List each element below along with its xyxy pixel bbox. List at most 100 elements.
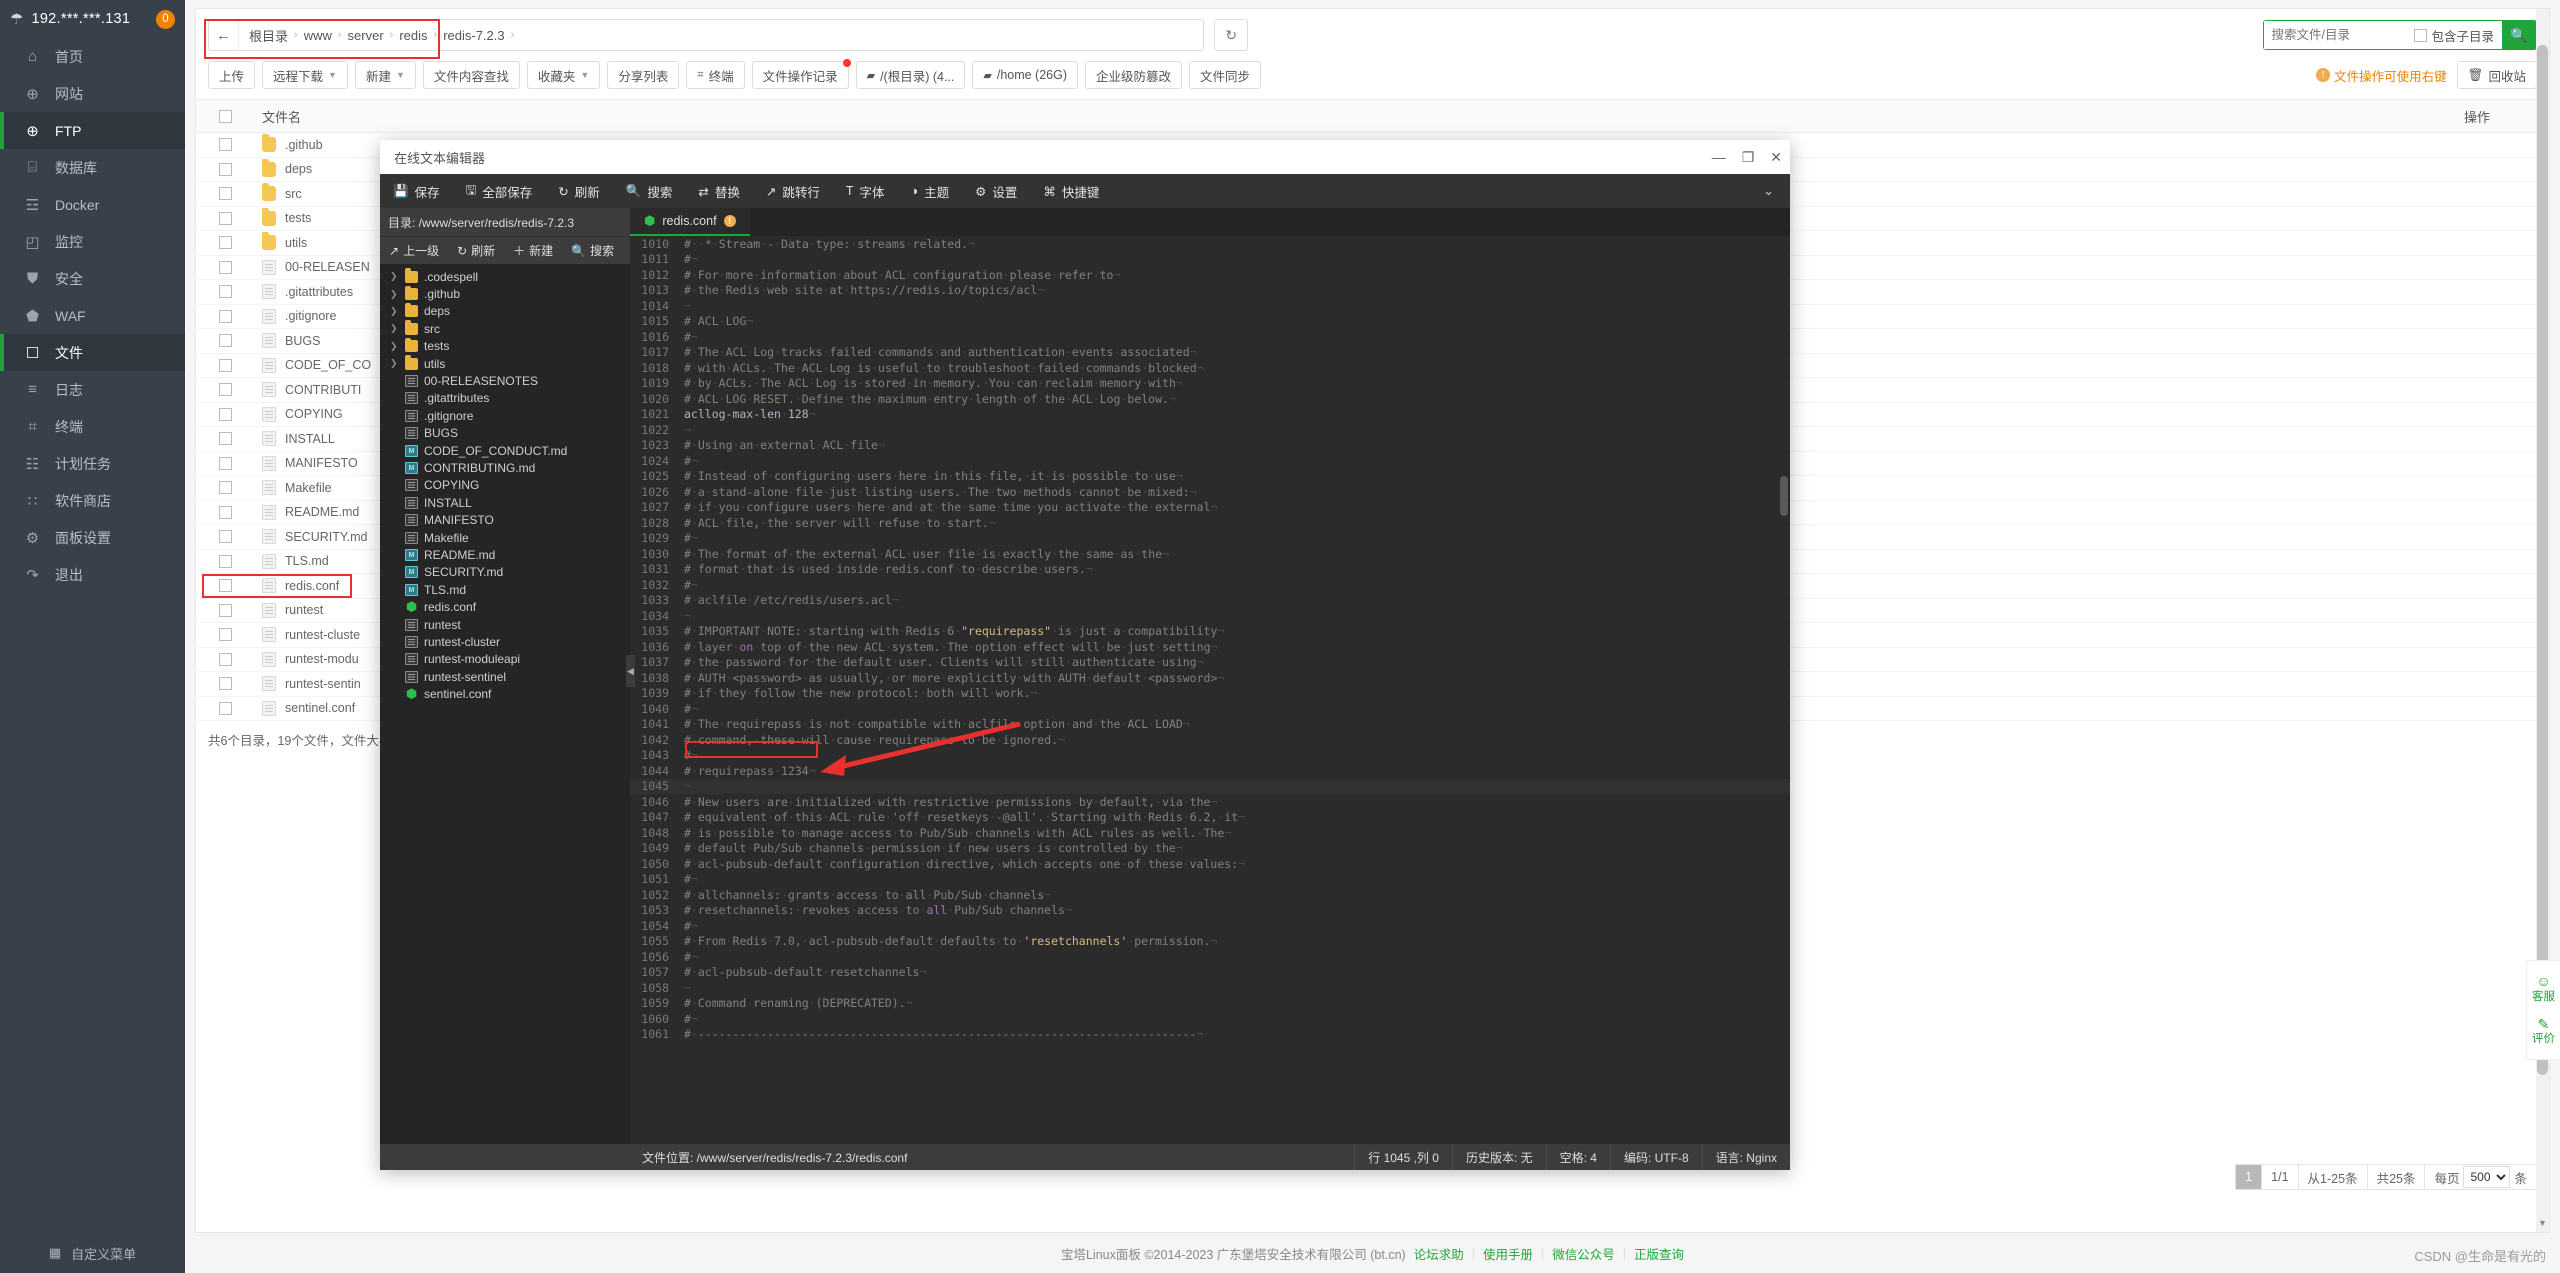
line-text[interactable]: #·a·stand-alone·file·just·listing·users.… xyxy=(680,485,1790,499)
tree-node[interactable]: ❯utils xyxy=(380,355,630,372)
checkbox-icon[interactable] xyxy=(219,212,232,225)
code-line[interactable]: 1021acllog-max-len·128¬ xyxy=(630,407,1790,423)
line-text[interactable]: #·if·you·configure·users·here·and·at·the… xyxy=(680,500,1790,514)
tree-collapse-toggle[interactable]: ◀ xyxy=(626,655,635,687)
checkbox-icon[interactable] xyxy=(219,481,232,494)
checkbox-icon[interactable] xyxy=(219,408,232,421)
line-text[interactable]: #·acl-pubsub-default·resetchannels¬ xyxy=(680,965,1790,979)
line-text[interactable]: #·format·that·is·used·inside·redis.conf·… xyxy=(680,562,1790,576)
row-checkbox[interactable] xyxy=(208,236,242,249)
code-line[interactable]: 1020#·ACL·LOG·RESET.·Define·the·maximum·… xyxy=(630,391,1790,407)
line-text[interactable]: #·IMPORTANT·NOTE:·starting·with·Redis·6·… xyxy=(680,624,1790,638)
indent-setting[interactable]: 空格: 4 xyxy=(1546,1144,1610,1170)
code-line[interactable]: 1018#·with·ACLs.·The·ACL·Log·is·useful·t… xyxy=(630,360,1790,376)
code-line[interactable]: 1035#·IMPORTANT·NOTE:·starting·with·Redi… xyxy=(630,624,1790,640)
code-line[interactable]: 1049#·default·Pub/Sub·channels·permissio… xyxy=(630,841,1790,857)
row-checkbox[interactable] xyxy=(208,138,242,151)
line-text[interactable]: #·the·password·for·the·default·user.·Cli… xyxy=(680,655,1790,669)
code-line[interactable]: 1047#·equivalent·of·this·ACL·rule·'off·r… xyxy=(630,810,1790,826)
footer-link[interactable]: 使用手册 xyxy=(1483,1244,1533,1263)
toolbar-button[interactable]: 远程下载▼ xyxy=(262,61,348,89)
tree-node[interactable]: ❯runtest xyxy=(380,616,630,633)
line-text[interactable]: #·ACL·LOG·RESET.·Define·the·maximum·entr… xyxy=(680,392,1790,406)
code-scrollbar-thumb[interactable] xyxy=(1780,476,1788,516)
toolbar-button[interactable]: 文件同步 xyxy=(1189,61,1261,89)
toolbar-button[interactable]: 分享列表 xyxy=(607,61,679,89)
sidebar-item-10[interactable]: ⌗终端 xyxy=(0,408,185,445)
row-checkbox[interactable] xyxy=(208,334,242,347)
code-line[interactable]: 1041#·The·requirepass·is·not·compatible·… xyxy=(630,717,1790,733)
row-checkbox[interactable] xyxy=(208,628,242,641)
tree-node[interactable]: ❯⬢sentinel.conf xyxy=(380,685,630,702)
code-line[interactable]: 1058¬ xyxy=(630,980,1790,996)
breadcrumb-item[interactable]: www xyxy=(304,28,332,43)
tree-toolbar-button[interactable]: ↻刷新 xyxy=(448,242,504,259)
toolbar-button[interactable]: 企业级防篡改 xyxy=(1085,61,1182,89)
tree-node[interactable]: ❯MREADME.md xyxy=(380,546,630,563)
line-text[interactable]: #·default·Pub/Sub·channels·permission·if… xyxy=(680,841,1790,855)
line-text[interactable]: #·Command·renaming·(DEPRECATED).¬ xyxy=(680,996,1790,1010)
editor-toolbar-shortcut-icon[interactable]: ⌘快捷键 xyxy=(1030,174,1112,208)
line-text[interactable]: #·ACL·LOG¬ xyxy=(680,314,1790,328)
checkbox-icon[interactable] xyxy=(219,432,232,445)
line-text[interactable]: #·ACL·file,·the·server·will·refuse·to·st… xyxy=(680,516,1790,530)
chevron-right-icon[interactable]: ❯ xyxy=(390,289,399,300)
line-text[interactable]: #·the·Redis·web·site·at·https://redis.io… xyxy=(680,283,1790,297)
tree-node[interactable]: ❯MANIFESTO xyxy=(380,511,630,528)
notification-badge[interactable]: 0 xyxy=(156,10,175,29)
row-checkbox[interactable] xyxy=(208,677,242,690)
close-icon[interactable]: ✕ xyxy=(1770,150,1782,164)
sidebar-item-3[interactable]: ⌸数据库 xyxy=(0,149,185,186)
line-text[interactable]: ¬ xyxy=(680,981,1790,995)
row-checkbox[interactable] xyxy=(208,579,242,592)
code-line[interactable]: 1019#·by·ACLs.·The·ACL·Log·is·stored·in·… xyxy=(630,376,1790,392)
code-line[interactable]: 1057#·acl-pubsub-default·resetchannels¬ xyxy=(630,965,1790,981)
code-line[interactable]: 1027#·if·you·configure·users·here·and·at… xyxy=(630,500,1790,516)
checkbox-icon[interactable] xyxy=(219,579,232,592)
row-checkbox[interactable] xyxy=(208,653,242,666)
tree-node[interactable]: ❯BUGS xyxy=(380,425,630,442)
toolbar-button[interactable]: ▰/(根目录) (4... xyxy=(856,61,966,89)
chevron-right-icon[interactable]: ❯ xyxy=(390,341,399,352)
line-text[interactable]: #·The·format·of·the·external·ACL·user·fi… xyxy=(680,547,1790,561)
row-checkbox[interactable] xyxy=(208,212,242,225)
footer-link[interactable]: 正版查询 xyxy=(1634,1244,1684,1263)
line-text[interactable]: #·allchannels:·grants·access·to·all·Pub/… xyxy=(680,888,1790,902)
checkbox-icon[interactable] xyxy=(219,604,232,617)
sidebar-item-4[interactable]: ☲Docker xyxy=(0,186,185,223)
code-line[interactable]: 1045¬ xyxy=(630,779,1790,795)
line-text[interactable]: ¬ xyxy=(680,423,1790,437)
editor-toolbar-goto-line-icon[interactable]: ↗跳转行 xyxy=(753,174,833,208)
sidebar-item-11[interactable]: ☷计划任务 xyxy=(0,445,185,482)
code-line[interactable]: 1016#¬ xyxy=(630,329,1790,345)
tab-redis-conf[interactable]: ⬢ redis.conf ! xyxy=(630,208,750,236)
code-line[interactable]: 1011#¬ xyxy=(630,252,1790,268)
checkbox-icon[interactable] xyxy=(219,334,232,347)
line-text[interactable]: #··*·Stream·-·Data·type:·streams·related… xyxy=(680,237,1790,251)
chevron-down-icon[interactable]: ⌄ xyxy=(1763,183,1790,199)
code-area[interactable]: 1010#··*·Stream·-·Data·type:·streams·rel… xyxy=(630,236,1790,1144)
code-line[interactable]: 1038#·AUTH·<password>·as·usually,·or·mor… xyxy=(630,670,1790,686)
checkbox-icon[interactable] xyxy=(219,383,232,396)
tree-node[interactable]: ❯deps xyxy=(380,303,630,320)
code-line[interactable]: 1010#··*·Stream·-·Data·type:·streams·rel… xyxy=(630,236,1790,252)
page-number-current[interactable]: 1 xyxy=(2235,1164,2262,1190)
sidebar-item-13[interactable]: ⚙面板设置 xyxy=(0,519,185,556)
line-text[interactable]: acllog-max-len·128¬ xyxy=(680,407,1790,421)
code-line[interactable]: 1054#¬ xyxy=(630,918,1790,934)
code-line[interactable]: 1012#·For·more·information·about·ACL·con… xyxy=(630,267,1790,283)
code-line[interactable]: 1022¬ xyxy=(630,422,1790,438)
code-line[interactable]: 1040#¬ xyxy=(630,701,1790,717)
review-button[interactable]: ✎ 评价 xyxy=(2532,1012,2555,1051)
breadcrumb-item[interactable]: 根目录 xyxy=(249,26,288,45)
code-line[interactable]: 1059#·Command·renaming·(DEPRECATED).¬ xyxy=(630,996,1790,1012)
row-checkbox[interactable] xyxy=(208,702,242,715)
line-text[interactable]: #¬ xyxy=(680,330,1790,344)
tree-node[interactable]: ❯tests xyxy=(380,338,630,355)
chevron-right-icon[interactable]: ❯ xyxy=(390,306,399,317)
code-line[interactable]: 1033#·aclfile·/etc/redis/users.acl¬ xyxy=(630,593,1790,609)
checkbox-icon[interactable] xyxy=(219,236,232,249)
line-text[interactable]: #·Instead·of·configuring·users·here·in·t… xyxy=(680,469,1790,483)
checkbox-icon[interactable] xyxy=(219,110,232,123)
line-text[interactable]: #·acl-pubsub-default·configuration·direc… xyxy=(680,857,1790,871)
